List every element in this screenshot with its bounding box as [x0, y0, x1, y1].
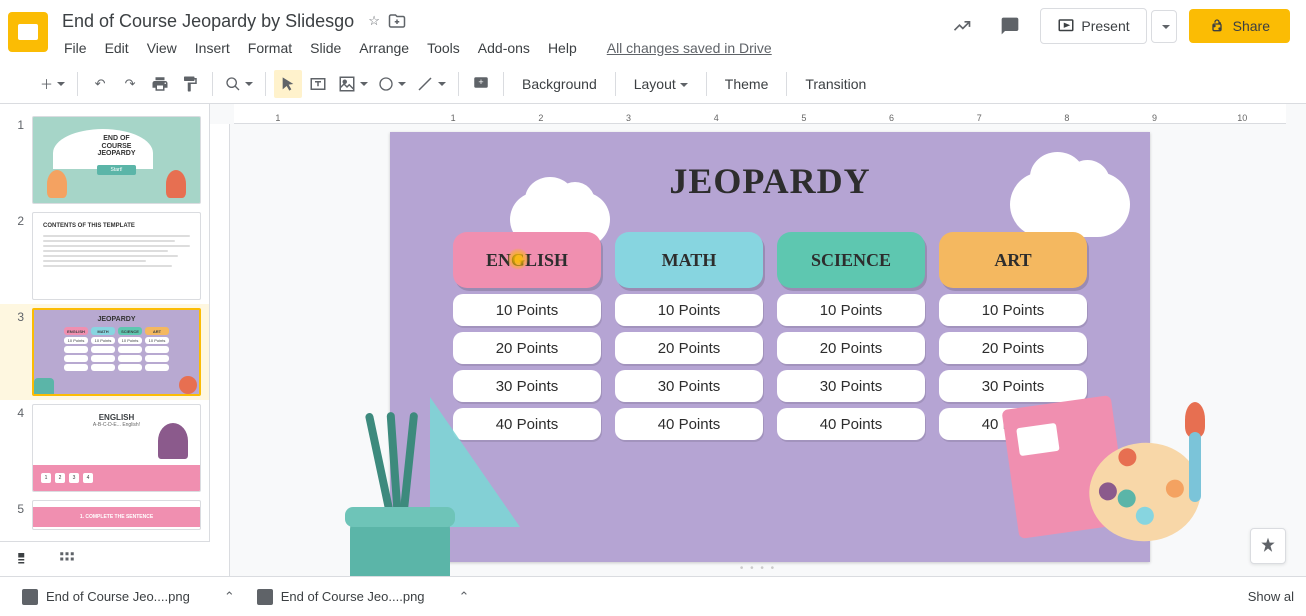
- menu-view[interactable]: View: [139, 36, 185, 60]
- present-button[interactable]: Present: [1040, 8, 1146, 44]
- downloads-bar: End of Course Jeo....png ⌃ End of Course…: [0, 576, 1306, 616]
- present-dropdown[interactable]: [1151, 10, 1177, 43]
- points-button[interactable]: 20 Points: [453, 332, 601, 364]
- slide-thumb[interactable]: 5 1. COMPLETE THE SENTENCE: [0, 496, 209, 534]
- background-button[interactable]: Background: [512, 72, 607, 96]
- select-tool[interactable]: [274, 70, 302, 98]
- points-button[interactable]: 40 Points: [615, 408, 763, 440]
- shape-tool[interactable]: [374, 70, 410, 98]
- slide-number: 5: [8, 500, 24, 530]
- pot-decoration: [330, 402, 530, 576]
- drag-handle[interactable]: • • • •: [740, 563, 776, 574]
- canvas-area[interactable]: 112345678910 JEOPARDY ENGLISH10 Points20…: [210, 104, 1306, 576]
- download-chip[interactable]: End of Course Jeo....png: [247, 583, 435, 611]
- share-label: Share: [1233, 18, 1270, 34]
- slide-thumb[interactable]: 2 CONTENTS OF THIS TEMPLATE: [0, 208, 209, 304]
- points-button[interactable]: 20 Points: [615, 332, 763, 364]
- points-button[interactable]: 20 Points: [777, 332, 925, 364]
- slide-thumb[interactable]: 4 ENGLISHA-B-C-D-E... English! 1234: [0, 400, 209, 496]
- explore-button[interactable]: [1250, 528, 1286, 564]
- toolbar: ＋ ↶ ↷ + Background Layout Theme Transiti…: [0, 64, 1306, 104]
- menu-addons[interactable]: Add-ons: [470, 36, 538, 60]
- download-chip[interactable]: End of Course Jeo....png: [12, 583, 200, 611]
- download-filename: End of Course Jeo....png: [46, 589, 190, 604]
- save-status[interactable]: All changes saved in Drive: [603, 36, 776, 60]
- slide-thumb[interactable]: 1 END OFCOURSEJEOPARDY Start!: [0, 112, 209, 208]
- menu-slide[interactable]: Slide: [302, 36, 349, 60]
- vertical-ruler: [210, 124, 230, 576]
- category-science[interactable]: SCIENCE: [777, 232, 925, 288]
- chevron-up-icon[interactable]: ⌃: [224, 589, 235, 605]
- transition-button[interactable]: Transition: [795, 72, 876, 96]
- cloud-decoration: [1010, 172, 1130, 237]
- present-label: Present: [1081, 18, 1129, 34]
- slide-canvas[interactable]: JEOPARDY ENGLISH10 Points20 Points30 Poi…: [390, 132, 1150, 562]
- comment-tool[interactable]: +: [467, 70, 495, 98]
- app-logo[interactable]: [8, 12, 48, 52]
- menu-edit[interactable]: Edit: [97, 36, 137, 60]
- comments-icon[interactable]: [992, 8, 1028, 44]
- points-button[interactable]: 40 Points: [777, 408, 925, 440]
- points-button[interactable]: 10 Points: [615, 294, 763, 326]
- slide-panel[interactable]: 1 END OFCOURSEJEOPARDY Start! 2 CONTENTS…: [0, 104, 210, 576]
- textbox-tool[interactable]: [304, 70, 332, 98]
- show-all-button[interactable]: Show al: [1248, 589, 1294, 604]
- points-button[interactable]: 20 Points: [939, 332, 1087, 364]
- redo-button[interactable]: ↷: [116, 70, 144, 98]
- menu-bar: File Edit View Insert Format Slide Arran…: [56, 36, 944, 60]
- menu-format[interactable]: Format: [240, 36, 300, 60]
- share-button[interactable]: Share: [1189, 9, 1290, 43]
- click-indicator: [507, 248, 529, 270]
- category-math[interactable]: MATH: [615, 232, 763, 288]
- menu-insert[interactable]: Insert: [187, 36, 238, 60]
- print-button[interactable]: [146, 70, 174, 98]
- points-button[interactable]: 10 Points: [939, 294, 1087, 326]
- star-icon[interactable]: ☆: [368, 13, 380, 29]
- slide-number: 2: [8, 212, 24, 300]
- theme-button[interactable]: Theme: [715, 72, 779, 96]
- points-button[interactable]: 10 Points: [777, 294, 925, 326]
- menu-arrange[interactable]: Arrange: [351, 36, 417, 60]
- slide-thumb[interactable]: 3 JEOPARDY ENGLISH10 Points MATH10 Point…: [0, 304, 209, 400]
- grid-view-icon[interactable]: [58, 550, 76, 568]
- line-tool[interactable]: [412, 70, 450, 98]
- menu-help[interactable]: Help: [540, 36, 585, 60]
- download-filename: End of Course Jeo....png: [281, 589, 425, 604]
- panel-footer: [0, 541, 210, 576]
- zoom-button[interactable]: [221, 70, 257, 98]
- slide-number: 3: [8, 308, 24, 396]
- chevron-up-icon[interactable]: ⌃: [459, 589, 470, 605]
- app-header: End of Course Jeopardy by Slidesgo ☆ Fil…: [0, 0, 1306, 64]
- new-slide-button[interactable]: ＋: [36, 70, 69, 98]
- image-tool[interactable]: [334, 70, 372, 98]
- layout-button[interactable]: Layout: [624, 72, 698, 96]
- file-icon: [22, 589, 38, 605]
- filmstrip-view-icon[interactable]: [16, 550, 34, 568]
- svg-text:+: +: [478, 76, 483, 86]
- horizontal-ruler: 112345678910: [234, 104, 1286, 124]
- slide-number: 1: [8, 116, 24, 204]
- points-button[interactable]: 10 Points: [453, 294, 601, 326]
- move-icon[interactable]: [388, 12, 406, 30]
- file-icon: [257, 589, 273, 605]
- document-title[interactable]: End of Course Jeopardy by Slidesgo: [56, 9, 360, 34]
- menu-file[interactable]: File: [56, 36, 95, 60]
- menu-tools[interactable]: Tools: [419, 36, 468, 60]
- points-button[interactable]: 30 Points: [615, 370, 763, 402]
- category-art[interactable]: ART: [939, 232, 1087, 288]
- category-english[interactable]: ENGLISH: [453, 232, 601, 288]
- paint-format-button[interactable]: [176, 70, 204, 98]
- slide-number: 4: [8, 404, 24, 492]
- points-button[interactable]: 30 Points: [453, 370, 601, 402]
- art-decoration: [990, 382, 1210, 576]
- undo-button[interactable]: ↶: [86, 70, 114, 98]
- points-button[interactable]: 30 Points: [777, 370, 925, 402]
- activity-icon[interactable]: [944, 8, 980, 44]
